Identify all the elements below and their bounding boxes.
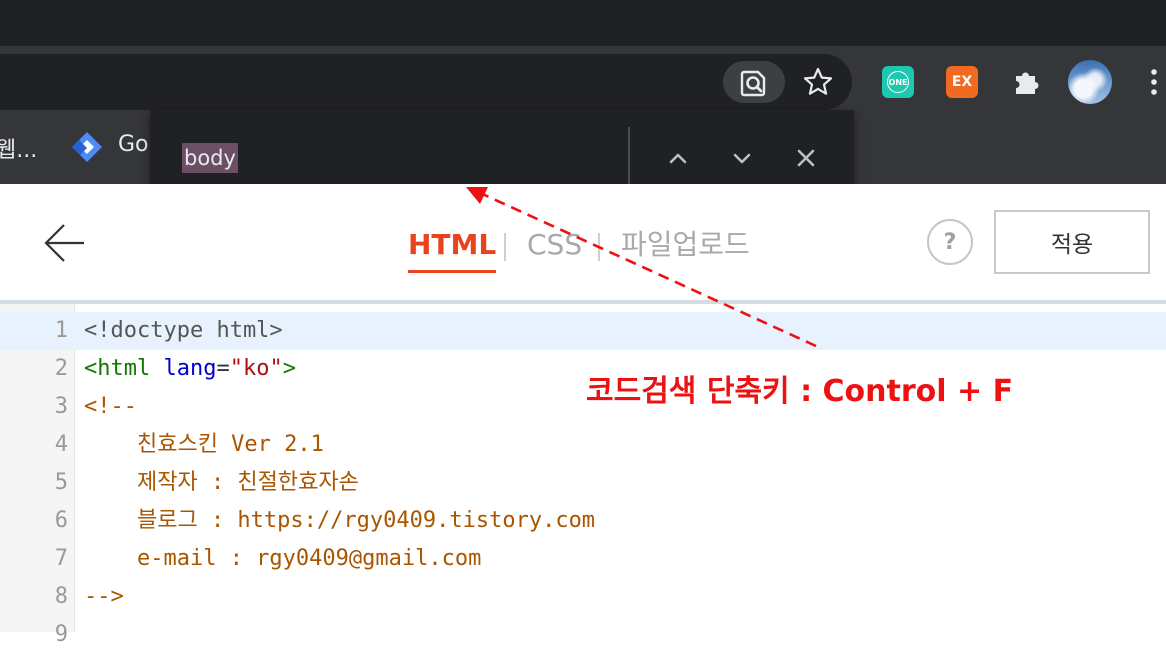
shortcut-annotation: 코드검색 단축키 : Control + F [586,374,1014,409]
annotation-arrow [466,187,817,348]
